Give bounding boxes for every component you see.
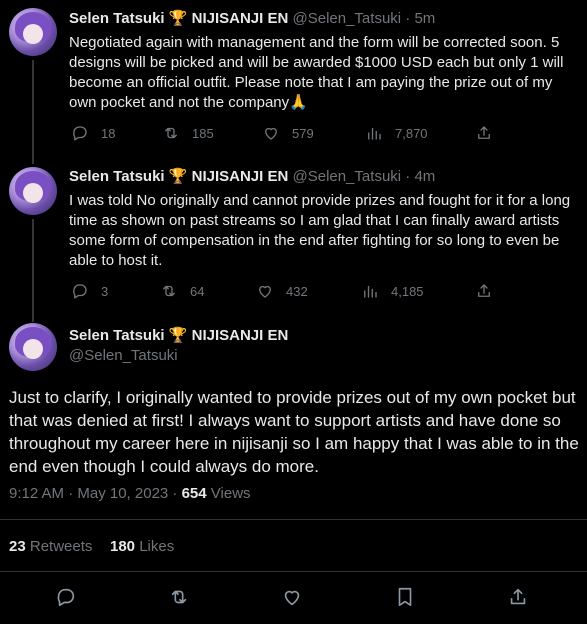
share-button[interactable] [475,124,493,142]
retweet-count: 185 [192,125,214,141]
reply-button[interactable]: 18 [71,124,115,142]
reply-button[interactable] [55,586,77,613]
retweet-icon [165,127,177,139]
handle[interactable]: @Selen_Tatsuki [293,10,402,27]
display-name[interactable]: Selen Tatsuki [69,10,165,27]
handle[interactable]: @Selen_Tatsuki [293,168,402,185]
timestamp[interactable]: · 5m [405,10,435,27]
like-count: 579 [292,125,314,141]
reply-count: 3 [101,283,109,299]
views-count: 654 [181,485,207,502]
likes-stat[interactable]: 180 Likes [110,537,174,557]
heart-icon [259,285,271,298]
views-icon [364,285,377,298]
like-button[interactable]: 432 [256,282,308,300]
retweet-button[interactable]: 64 [160,282,204,300]
retweets-label: Retweets [25,538,93,555]
share-button[interactable] [475,282,493,300]
views-count: 4,185 [391,283,424,299]
display-name[interactable]: Selen Tatsuki [69,168,165,185]
display-name[interactable]: Selen Tatsuki [69,327,165,344]
retweet-count: 64 [190,283,205,299]
trophy-icon: 🏆 [168,327,188,344]
likes-count: 180 [110,538,136,555]
thread-line [32,219,34,322]
divider [0,519,587,520]
trophy-icon: 🏆 [168,10,188,27]
timestamp[interactable]: · 4m [405,168,435,185]
tweet-text: Negotiated again with management and the… [69,34,564,111]
handle[interactable]: @Selen_Tatsuki [69,346,178,366]
divider [0,571,587,572]
reply-icon [73,284,87,299]
views-label: Views [206,485,251,502]
timestamp[interactable]: 9:12 AM · May 10, 2023 · [9,485,182,502]
views-icon [368,127,381,140]
likes-label: Likes [135,538,175,555]
retweet-button[interactable] [168,586,190,613]
tweet-text: Just to clarify, I originally wanted to … [9,388,579,476]
like-button[interactable] [281,586,303,613]
thread-line [32,60,34,164]
avatar[interactable] [9,323,57,371]
share-button[interactable] [507,586,529,613]
reply-icon [57,588,75,607]
like-button[interactable]: 579 [262,124,314,142]
heart-icon [284,590,300,606]
org-name[interactable]: NIJISANJI EN [192,168,289,185]
org-name[interactable]: NIJISANJI EN [192,327,289,344]
tweet-text: I was told No originally and cannot prov… [69,192,571,269]
retweet-icon [163,285,175,297]
reply-button[interactable]: 3 [71,282,108,300]
heart-icon [265,127,277,140]
tweet-header: Selen Tatsuki 🏆 NIJISANJI EN @Selen_Tats… [69,167,435,187]
tweet-meta: 9:12 AM · May 10, 2023 · 654 Views [9,484,251,504]
views-button[interactable]: 4,185 [361,282,424,300]
tweet-header: Selen Tatsuki 🏆 NIJISANJI EN @Selen_Tats… [69,9,435,29]
share-icon [510,588,526,605]
retweet-button[interactable]: 185 [162,124,214,142]
views-count: 7,870 [395,125,428,141]
like-count: 432 [286,283,308,299]
bookmark-icon [398,587,412,607]
share-icon [478,126,490,139]
bookmark-button[interactable] [394,586,416,613]
avatar[interactable] [9,167,57,215]
share-icon [478,284,490,297]
org-name[interactable]: NIJISANJI EN [192,10,289,27]
reply-count: 18 [101,125,116,141]
tweet-header: Selen Tatsuki 🏆 NIJISANJI EN [69,326,288,346]
retweets-stat[interactable]: 23 Retweets [9,537,92,557]
retweets-count: 23 [9,538,26,555]
trophy-icon: 🏆 [168,168,188,185]
reply-icon [73,126,87,141]
retweet-icon [171,590,187,604]
avatar[interactable] [9,8,57,56]
views-button[interactable]: 7,870 [365,124,428,142]
